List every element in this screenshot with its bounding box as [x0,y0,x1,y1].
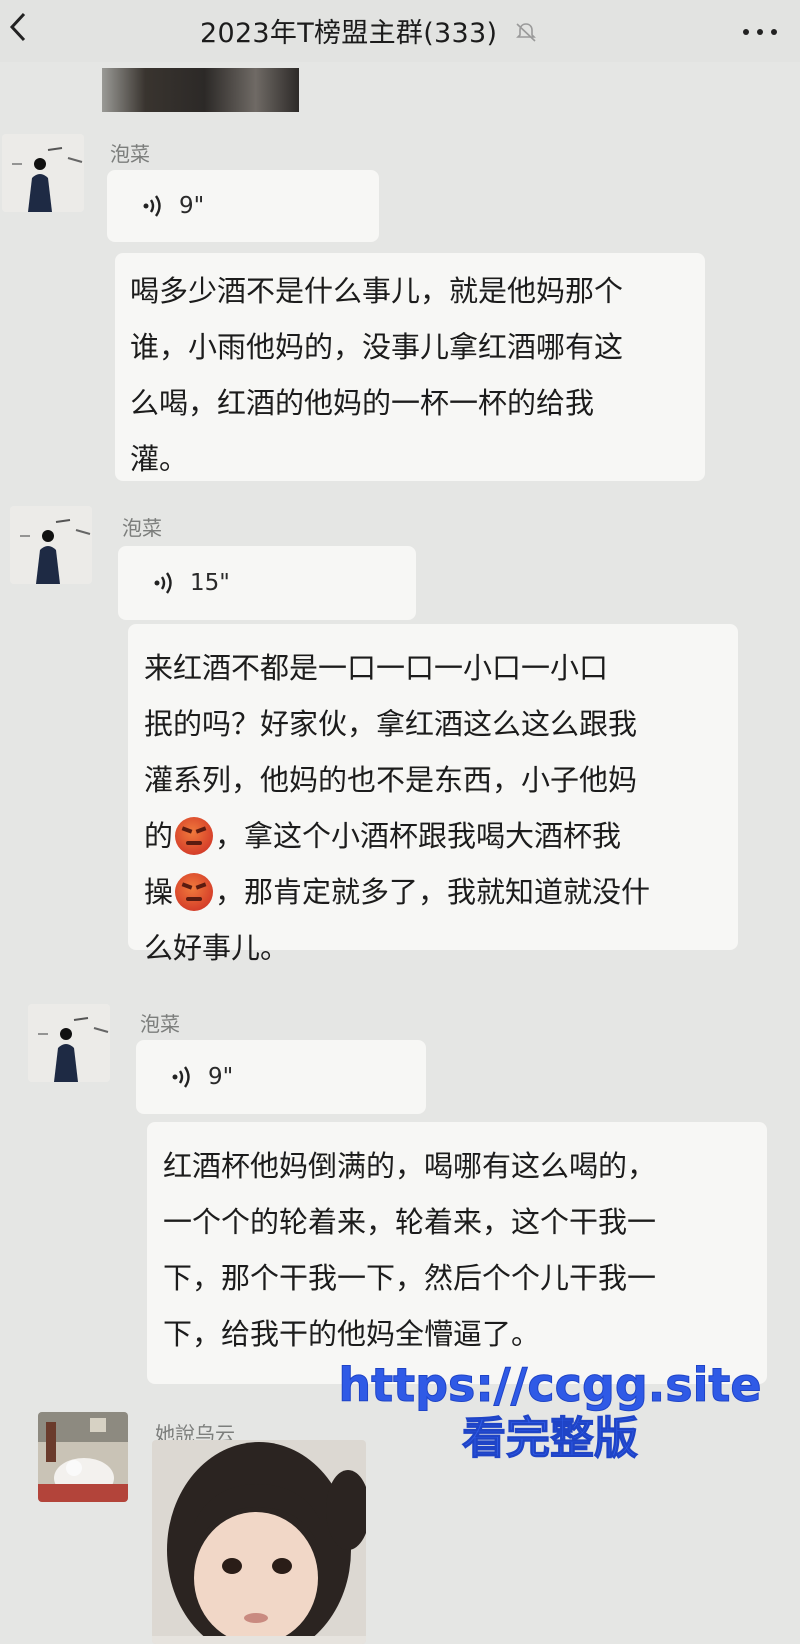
voice-message[interactable]: 9" [107,170,379,242]
ellipsis-icon[interactable] [740,24,780,40]
sender-name: 泡菜 [140,1012,180,1036]
previous-image-message[interactable] [102,68,299,112]
voice-duration: 9" [208,1064,234,1090]
voice-wave-icon [143,195,161,217]
voice-message[interactable]: 15" [118,546,416,620]
message-text: ，那肯定就多了，我就知道就没什 [215,875,651,909]
message-line: 下，那个干我一下，然后个个儿干我一 [163,1261,657,1295]
avatar[interactable] [38,1412,128,1502]
avatar[interactable] [10,506,92,584]
voice-duration: 9" [179,193,205,219]
angry-face-emoji [175,817,214,855]
text-message[interactable]: 红酒杯他妈倒满的，喝哪有这么喝的， 一个个的轮着来，轮着来，这个干我一 下，那个… [147,1122,767,1384]
message-line: 操 ，那肯定就多了，我就知道就没什 [144,864,738,920]
avatar[interactable] [28,1004,110,1082]
message-line: 红酒杯他妈倒满的，喝哪有这么喝的， [163,1149,657,1183]
message-text: 的 [144,819,174,853]
message-line: 抿的吗？好家伙，拿红酒这么这么跟我 [144,707,638,741]
message-line: 喝多少酒不是什么事儿，就是他妈那个 [130,274,624,308]
voice-wave-icon [154,572,172,594]
angry-face-emoji [175,873,214,911]
message-text: 操 [144,875,174,909]
message-line: 灌。 [130,442,189,476]
message-line: 的 ，拿这个小酒杯跟我喝大酒杯我 [144,808,738,864]
message-line: 来红酒不都是一口一口一小口一小口 [144,651,609,685]
watermark-text: 看完整版 [462,1413,639,1465]
message-line: 谁，小雨他妈的，没事儿拿红酒哪有这 [130,330,624,364]
avatar[interactable] [2,134,84,212]
text-message[interactable]: 喝多少酒不是什么事儿，就是他妈那个 谁，小雨他妈的，没事儿拿红酒哪有这 么喝，红… [115,253,705,481]
message-line: 么好事儿。 [144,931,290,965]
watermark-url: https://ccgg.site [338,1358,762,1413]
sender-name: 泡菜 [110,142,150,166]
sticker-image[interactable] [152,1440,366,1644]
voice-wave-icon [172,1066,190,1088]
chat-title[interactable]: 2023年T榜盟主群(333) [200,11,497,50]
text-message[interactable]: 来红酒不都是一口一口一小口一小口 抿的吗？好家伙，拿红酒这么这么跟我 灌系列，他… [128,624,738,965]
watermark: https://ccgg.site 看完整版 [330,1358,770,1466]
message-line: 一个个的轮着来，轮着来，这个干我一 [163,1205,657,1239]
chat-title-wrap: 2023年T榜盟主群(333) [200,11,600,50]
message-text: ，拿这个小酒杯跟我喝大酒杯我 [215,819,622,853]
voice-message[interactable]: 9" [136,1040,426,1114]
bell-muted-icon [516,23,537,42]
message-line: 灌系列，他妈的也不是东西，小子他妈 [144,763,638,797]
chat-header: 2023年T榜盟主群(333) [0,0,800,62]
chevron-left-icon[interactable] [4,10,34,44]
voice-duration: 15" [190,570,230,596]
message-line: 么喝，红酒的他妈的一杯一杯的给我 [130,386,595,420]
sender-name: 泡菜 [122,516,162,540]
message-line: 下，给我干的他妈全懵逼了。 [163,1317,541,1351]
